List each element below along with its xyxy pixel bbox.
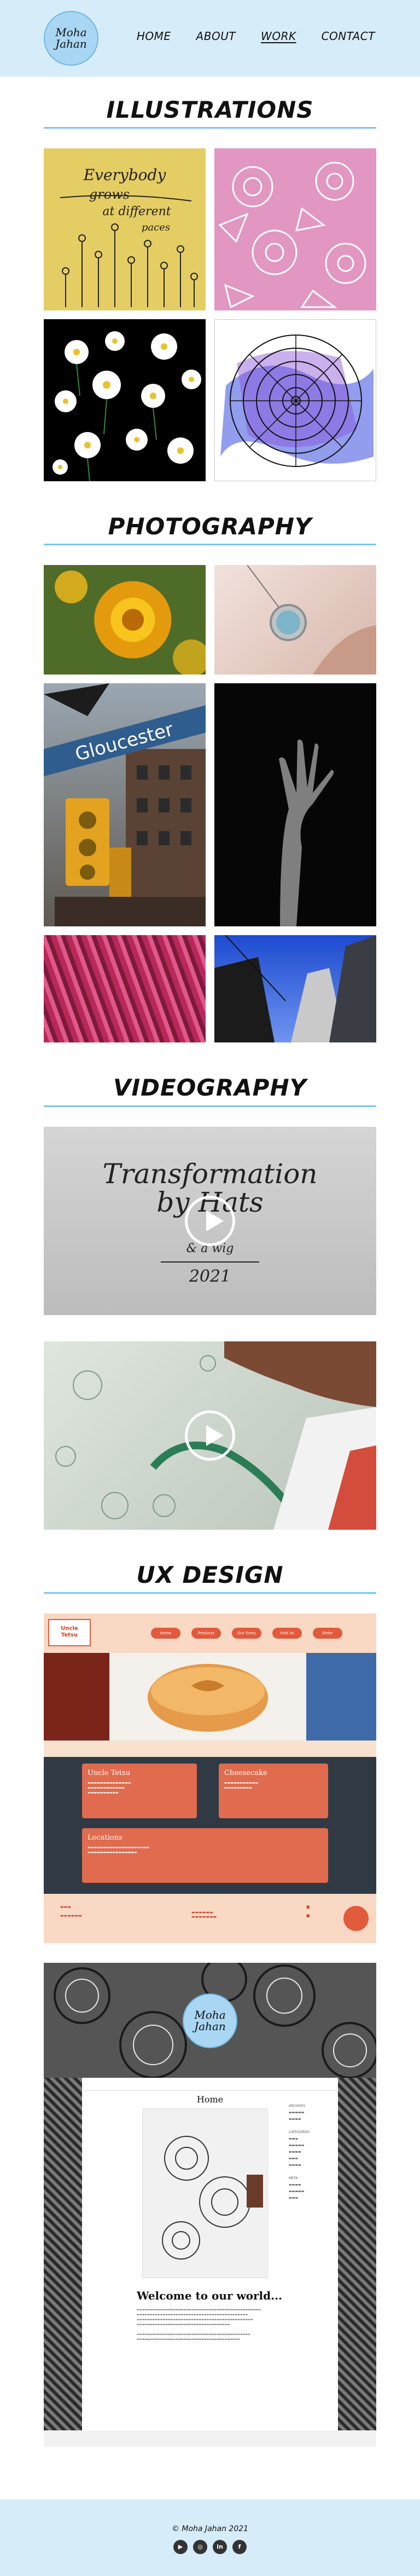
site-logo[interactable]: Moha Jahan	[44, 11, 98, 66]
hand-silhouette	[279, 740, 334, 927]
cheesecake-hero	[44, 1652, 376, 1741]
logo-line-2: Jahan	[55, 37, 87, 50]
ux-mock-footer-bar	[44, 2430, 376, 2447]
ux-mock-nav: Uncle Tetsu Home Products Our Story Visi…	[44, 1613, 376, 1653]
ux-mock-card-text: ▬▬▬▬▬▬▬▬▬▬▬▬▬▬▬▬▬▬▬▬▬▬▬▬▬▬▬▬▬▬▬▬▬▬▬▬	[88, 1780, 131, 1795]
photo-hand-dark[interactable]	[214, 683, 376, 927]
ux-mock-logo: Uncle Tetsu	[48, 1618, 91, 1646]
ux-mock-page-heading: Home	[196, 2094, 224, 2105]
pendant-shape	[247, 565, 376, 675]
photo-gloucester-street[interactable]: Gloucester	[44, 683, 206, 927]
nav-home[interactable]: HOME	[137, 30, 171, 43]
ux-mock-sidebar-label: CATEGORIES	[289, 2130, 310, 2134]
photo-yellow-flowers[interactable]	[44, 565, 206, 675]
ux-mock-card: Cheesecake ▬▬▬▬▬▬▬▬▬▬▬ ▬▬▬▬▬▬▬▬▬	[219, 1763, 328, 1818]
ux-mock-card-title: Cheesecake	[224, 1768, 267, 1777]
play-icon[interactable]	[185, 1410, 235, 1461]
ux-mock-sidebar-label: ARCHIVES	[289, 2104, 306, 2108]
ux-mock-cards: Uncle Tetsu ▬▬▬▬▬▬▬▬▬▬▬▬▬▬ ▬▬▬▬▬▬▬▬▬▬▬▬ ▬▬…	[44, 1756, 376, 1894]
video-transformation-by-hats[interactable]: Transformation by Hats & a wig 2021	[44, 1126, 376, 1315]
ux-mock-pill: Products	[191, 1627, 221, 1639]
art-text-line4: paces	[142, 222, 170, 233]
ux-mock-pill: Visit Us	[272, 1627, 302, 1639]
ux-mock-footer-col: ■ ■	[306, 1904, 310, 1918]
section-title-illustrations: ILLUSTRATIONS	[106, 96, 314, 123]
ux-mock-sidebar-label: META	[289, 2176, 298, 2180]
ux-mock-banner: Moha Jahan	[44, 1962, 376, 2078]
video-year: 2021	[189, 1266, 231, 1286]
video-title-rule	[161, 1261, 259, 1263]
mock-artwork-drawing	[162, 2135, 263, 2260]
ux-mock-footer: ▬▬▬ ▬▬▬▬▬▬ ▬▬▬▬▬▬ ▬▬▬▬▬▬▬ ■ ■	[44, 1893, 376, 1943]
ux-project-uncle-tetsu[interactable]: Uncle Tetsu Home Products Our Story Visi…	[44, 1613, 376, 1943]
main-nav: HOME ABOUT WORK CONTACT	[137, 30, 375, 43]
photo-buildings-sky[interactable]	[214, 935, 376, 1043]
ux-mock-card-title: Uncle Tetsu	[88, 1768, 131, 1777]
buildings-shape	[214, 935, 376, 1043]
street-scene: Gloucester	[44, 683, 206, 927]
ux-mock-logo: Moha Jahan	[183, 1993, 237, 2048]
ux-mock-card: Locations ▬▬▬▬▬▬▬▬▬▬▬▬▬▬▬▬▬▬▬▬ ▬▬▬▬▬▬▬▬▬▬…	[82, 1828, 328, 1883]
photo-pendant-hand[interactable]	[214, 565, 376, 675]
logo-line-2: Jahan	[194, 2019, 226, 2033]
ux-mock-footer-badge	[343, 1905, 369, 1931]
play-icon[interactable]	[185, 1195, 235, 1246]
ux-mock-page: Home Welcome to our world... ▬▬▬▬▬▬▬▬▬▬▬…	[82, 2077, 338, 2430]
nav-work[interactable]: WORK	[261, 30, 296, 43]
illustration-mandala[interactable]	[214, 319, 376, 482]
art-text-line2: grows	[89, 187, 130, 202]
section-divider	[44, 127, 376, 129]
section-divider	[44, 1105, 376, 1107]
video-painting-process[interactable]	[44, 1341, 376, 1530]
logo-line-1: Moha	[55, 26, 87, 39]
logo-line-1: Moha	[194, 2008, 226, 2021]
site-footer: © Moha Jahan 2021 ▶ ◎ in f	[0, 2499, 420, 2576]
ux-mock-card-text: ▬▬▬▬▬▬▬▬▬▬▬ ▬▬▬▬▬▬▬▬▬	[224, 1780, 259, 1790]
section-title-ux-design: UX DESIGN	[136, 1561, 284, 1588]
nav-contact[interactable]: CONTACT	[322, 30, 375, 43]
video-title-line1: Transformation	[102, 1157, 318, 1190]
ux-mock-side-pattern	[338, 2077, 376, 2430]
art-text-line3: at different	[102, 205, 171, 218]
illustration-growth-flowers[interactable]: Everybody grows at different paces	[44, 148, 206, 311]
ux-mock-side-pattern	[44, 2077, 82, 2430]
ux-mock-artwork	[142, 2108, 268, 2278]
ux-mock-body-text: ▬▬▬▬▬▬▬▬▬▬▬▬▬▬▬▬▬▬▬▬▬▬▬▬▬▬▬▬▬▬▬▬▬▬▬▬▬▬▬▬…	[137, 2308, 261, 2341]
photography-grid: Gloucester	[44, 565, 376, 1043]
illustration-white-daisies[interactable]	[44, 319, 206, 482]
ux-mock-pill: Home	[151, 1627, 180, 1639]
ux-mock-card-text: ▬▬▬▬▬▬▬▬▬▬▬▬▬▬▬▬▬▬▬▬▬▬▬▬▬▬▬▬▬▬▬▬▬▬▬▬	[88, 1845, 150, 1854]
nav-about[interactable]: ABOUT	[196, 30, 236, 43]
ux-mock-page-nav	[82, 2078, 338, 2091]
pink-flowers-art	[218, 162, 366, 309]
ux-mock-sidebar: ARCHIVES ▬▬▬▬▬ ▬▬▬▬ CATEGORIES ▬▬▬ ▬▬▬▬▬ ▬▬…	[289, 2103, 332, 2202]
ux-mock-hero	[44, 1652, 376, 1741]
ux-mock-footer-col: ▬▬▬▬▬▬ ▬▬▬▬▬▬▬	[191, 1910, 217, 1919]
photo-pink-plant[interactable]	[44, 935, 206, 1043]
section-divider	[44, 544, 376, 546]
copyright-text: © Moha Jahan 2021	[171, 2524, 249, 2533]
ux-mock-card-title: Locations	[88, 1833, 122, 1842]
ux-mock-logo-line2: Tetsu	[61, 1632, 78, 1639]
art-text-line1: Everybody	[83, 166, 167, 184]
section-divider	[44, 1592, 376, 1594]
yellow-flower-shape	[55, 570, 206, 675]
illustrations-grid: Everybody grows at different paces	[44, 148, 376, 482]
ux-project-portfolio-site[interactable]: Moha Jahan Home Welcome to our world... …	[44, 1962, 376, 2447]
section-title-videography: VIDEOGRAPHY	[113, 1074, 307, 1102]
mandala-art	[215, 320, 376, 481]
ux-mock-footer-col: ▬▬▬ ▬▬▬▬▬▬	[60, 1904, 82, 1918]
white-daisies-art	[52, 331, 201, 482]
ux-mock-nav-pills: Home Products Our Story Visit Us Order	[151, 1627, 342, 1639]
ux-mock-logo-line1: Uncle	[61, 1625, 78, 1632]
ux-mock-card: Uncle Tetsu ▬▬▬▬▬▬▬▬▬▬▬▬▬▬ ▬▬▬▬▬▬▬▬▬▬▬▬ ▬▬…	[82, 1763, 197, 1818]
section-title-photography: PHOTOGRAPHY	[108, 513, 312, 540]
ux-mock-pill: Our Story	[232, 1627, 261, 1639]
site-header: Moha Jahan HOME ABOUT WORK CONTACT	[0, 0, 420, 77]
ux-mock-welcome: Welcome to our world...	[137, 2289, 283, 2302]
ux-mock-pill: Order	[313, 1627, 342, 1639]
growth-flowers-art: Everybody grows at different paces	[60, 166, 198, 308]
illustration-pink-flowers[interactable]	[214, 148, 376, 311]
